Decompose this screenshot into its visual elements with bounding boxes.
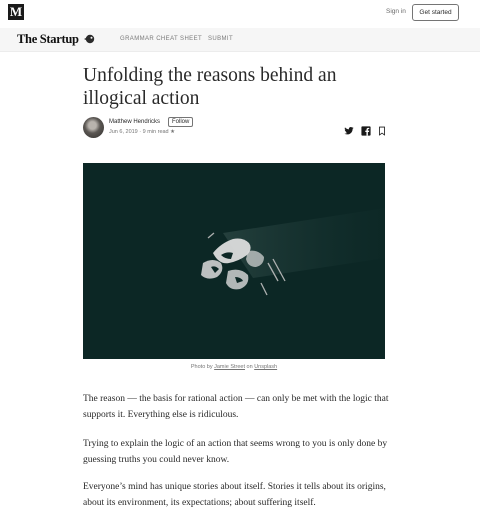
medium-logo[interactable]: M <box>8 4 24 20</box>
author-avatar[interactable] <box>83 117 104 138</box>
member-star-icon: ★ <box>170 129 176 135</box>
publication-bar: The Startup GRAMMAR CHEAT SHEET SUBMIT <box>0 28 480 52</box>
article-paragraph: Trying to explain the logic of an action… <box>83 439 388 465</box>
follow-button[interactable]: Follow <box>168 117 194 127</box>
bookmark-icon[interactable] <box>377 126 387 136</box>
article-meta: Jun 6, 2019 · 9 min read ★ <box>109 129 175 135</box>
get-started-button[interactable]: Get started <box>412 4 459 21</box>
article-paragraph: Everyone’s mind has unique stories about… <box>83 482 386 508</box>
article-date-readtime: Jun 6, 2019 · 9 min read <box>109 129 169 135</box>
twitter-icon[interactable] <box>344 126 354 136</box>
image-caption: Photo by Jamie Street on Unsplash <box>83 364 385 370</box>
caption-middle: on <box>245 364 255 370</box>
publication-logo[interactable]: The Startup <box>17 32 79 47</box>
article-title: Unfolding the reasons behind an illogica… <box>83 65 337 109</box>
author-name[interactable]: Matthew Hendricks <box>109 119 160 125</box>
hero-image <box>83 163 385 359</box>
article-paragraph: The reason — the basis for rational acti… <box>83 394 389 420</box>
nav-submit[interactable]: SUBMIT <box>208 36 233 42</box>
facebook-icon[interactable] <box>361 126 371 136</box>
top-bar: M Sign in Get started <box>0 0 480 28</box>
caption-prefix: Photo by <box>190 364 215 370</box>
nav-grammar-cheat-sheet[interactable]: GRAMMAR CHEAT SHEET <box>120 36 202 42</box>
hero-photo-hands-illustration <box>201 208 385 296</box>
sign-in-link[interactable]: Sign in <box>386 8 406 15</box>
unsplash-link[interactable]: Unsplash <box>254 364 277 370</box>
photographer-link[interactable]: Jamie Street <box>214 364 245 370</box>
publication-mark-icon <box>84 34 95 44</box>
